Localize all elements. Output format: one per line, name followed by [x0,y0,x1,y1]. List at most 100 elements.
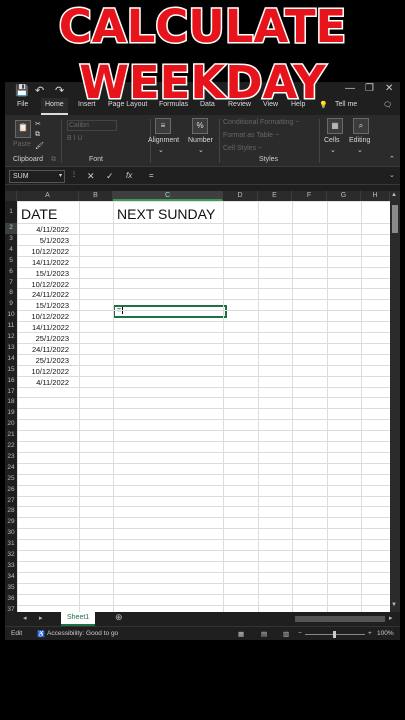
row-header[interactable]: 1 [5,201,17,223]
row-header[interactable]: 17 [5,387,17,398]
row-header[interactable]: 18 [5,397,17,408]
row-header[interactable]: 20 [5,419,17,430]
worksheet-grid[interactable]: DATE NEXT SUNDAY = 4/11/2022 5/1/2023 10/1… [17,201,390,612]
row-header[interactable]: 7 [5,278,17,289]
row-header[interactable]: 2 [5,223,17,234]
select-all-corner[interactable] [5,191,17,201]
vertical-scrollbar[interactable]: ▲ ▼ [390,191,400,612]
add-sheet-icon[interactable]: ⊕ [115,612,123,623]
column-header-f[interactable]: F [292,191,327,201]
column-header-c[interactable]: C [113,191,223,201]
zoom-out-icon[interactable]: − [298,630,302,637]
collapse-ribbon-icon[interactable]: ⌃ [389,155,395,163]
alignment-icon[interactable]: ≡ [155,118,171,134]
page-layout-view-icon[interactable]: ▤ [261,630,267,638]
enter-icon[interactable]: ✓ [106,171,114,182]
bold-icon[interactable]: B I U [67,135,83,142]
row-header[interactable]: 14 [5,354,17,365]
zoom-level[interactable]: 100% [377,630,394,637]
row-header[interactable]: 33 [5,561,17,572]
row-header[interactable]: 9 [5,299,17,310]
conditional-formatting-button[interactable]: Conditional Formatting ~ [223,119,299,126]
zoom-slider-knob[interactable] [333,631,336,638]
date-cell[interactable]: 10/12/2022 [23,280,69,289]
active-cell-c2[interactable]: = [113,305,227,318]
row-header[interactable]: 21 [5,430,17,441]
format-painter-icon[interactable]: 🖌 [35,142,44,150]
column-header-g[interactable]: G [327,191,361,201]
column-header-a[interactable]: A [17,191,79,201]
row-header[interactable]: 10 [5,310,17,321]
row-header[interactable]: 25 [5,474,17,485]
row-header[interactable]: 4 [5,245,17,256]
cell-c1[interactable]: NEXT SUNDAY [117,206,215,222]
row-header[interactable]: 3 [5,234,17,245]
insert-function-icon[interactable]: fx [126,171,132,180]
row-header[interactable]: 32 [5,550,17,561]
cell-styles-button[interactable]: Cell Styles ~ [223,145,262,152]
row-header[interactable]: 23 [5,452,17,463]
page-break-view-icon[interactable]: ▥ [283,630,289,638]
column-header-b[interactable]: B [79,191,113,201]
accessibility-status[interactable]: Accessibility: Good to go [47,630,118,637]
row-header[interactable]: 34 [5,572,17,583]
number-button[interactable]: Number [188,137,213,144]
row-header[interactable]: 35 [5,583,17,594]
paste-button[interactable]: Paste [13,141,31,148]
column-header-e[interactable]: E [258,191,292,201]
row-header[interactable]: 27 [5,496,17,507]
zoom-in-icon[interactable]: + [368,630,372,637]
column-header-h[interactable]: H [361,191,390,201]
date-cell[interactable]: 15/1/2023 [23,301,69,310]
row-header[interactable]: 22 [5,441,17,452]
clipboard-launcher-icon[interactable]: ⧉ [51,156,56,164]
row-header[interactable]: 31 [5,539,17,550]
date-cell[interactable]: 5/1/2023 [23,236,69,245]
row-header[interactable]: 26 [5,485,17,496]
date-cell[interactable]: 14/11/2022 [23,323,69,332]
sheet-tab-sheet1[interactable]: Sheet1 [61,612,96,626]
row-header[interactable]: 24 [5,463,17,474]
scroll-right-icon[interactable]: ▸ [389,614,393,622]
scroll-down-icon[interactable]: ▼ [391,602,397,608]
row-header[interactable]: 19 [5,408,17,419]
prev-sheet-icon[interactable]: ◂ [23,614,27,622]
date-cell[interactable]: 4/11/2022 [23,378,69,387]
column-header-d[interactable]: D [223,191,258,201]
editing-button[interactable]: Editing [349,137,370,144]
name-box[interactable]: SUM ▾ [9,170,65,183]
row-header[interactable]: 8 [5,288,17,299]
cells-icon[interactable]: ▦ [327,118,343,134]
cells-button[interactable]: Cells [324,137,340,144]
row-header[interactable]: 36 [5,594,17,605]
font-name-box[interactable]: Calibri [67,120,117,131]
row-header[interactable]: 5 [5,256,17,267]
date-cell[interactable]: 14/11/2022 [23,258,69,267]
row-header[interactable]: 11 [5,321,17,332]
row-header[interactable]: 28 [5,506,17,517]
date-cell[interactable]: 24/11/2022 [23,345,69,354]
formula-input[interactable]: = [147,170,397,183]
copy-icon[interactable]: ⧉ [35,131,40,139]
next-sheet-icon[interactable]: ▸ [39,614,43,622]
cancel-icon[interactable]: ✕ [87,171,95,182]
row-header[interactable]: 13 [5,343,17,354]
date-cell[interactable]: 10/12/2022 [23,367,69,376]
paste-icon[interactable]: 📋 [15,120,31,138]
date-cell[interactable]: 4/11/2022 [23,225,69,234]
scroll-up-icon[interactable]: ▲ [391,192,397,198]
date-cell[interactable]: 25/1/2023 [23,356,69,365]
alignment-button[interactable]: Alignment [148,137,179,144]
cell-a1[interactable]: DATE [21,206,57,222]
date-cell[interactable]: 15/1/2023 [23,269,69,278]
number-format-icon[interactable]: % [192,118,208,134]
horizontal-scrollbar[interactable] [295,616,385,622]
date-cell[interactable]: 25/1/2023 [23,334,69,343]
chevron-down-icon[interactable]: ⌄ [389,171,395,179]
date-cell[interactable]: 24/11/2022 [23,290,69,299]
normal-view-icon[interactable]: ▦ [238,630,244,638]
editing-icon[interactable]: ⌕ [353,118,369,134]
date-cell[interactable]: 10/12/2022 [23,247,69,256]
date-cell[interactable]: 10/12/2022 [23,312,69,321]
row-header[interactable]: 6 [5,267,17,278]
